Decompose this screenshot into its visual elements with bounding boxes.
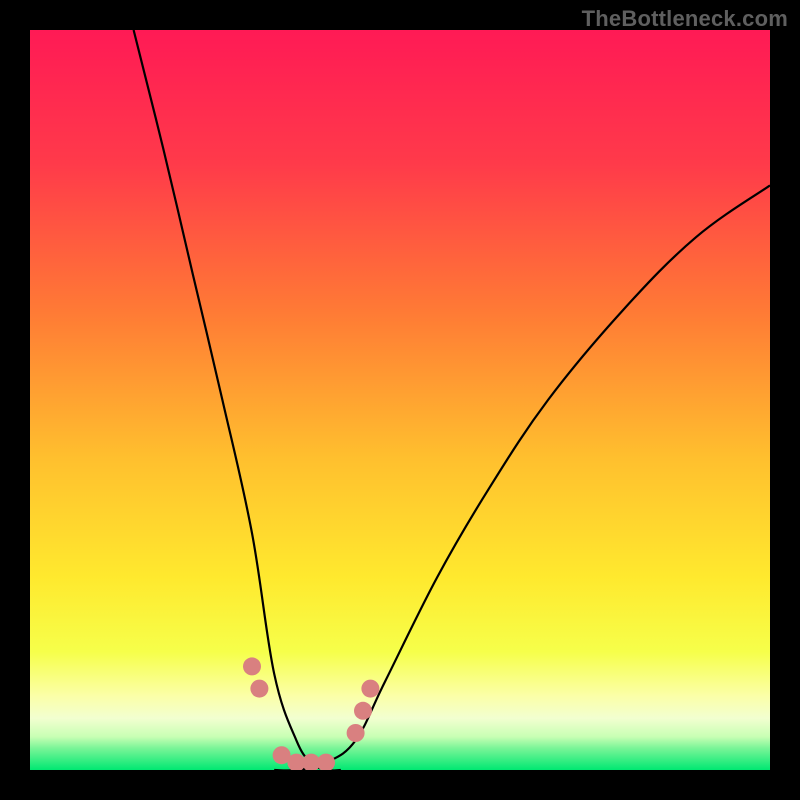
valley-marker xyxy=(243,657,261,675)
chart-frame: TheBottleneck.com xyxy=(0,0,800,800)
valley-marker xyxy=(317,754,335,770)
valley-marker xyxy=(361,680,379,698)
watermark-text: TheBottleneck.com xyxy=(582,6,788,32)
curve-left-branch xyxy=(134,30,341,770)
valley-markers xyxy=(243,657,379,770)
valley-marker xyxy=(347,724,365,742)
curve-right-branch xyxy=(274,185,770,770)
plot-area xyxy=(30,30,770,770)
bottleneck-curve xyxy=(30,30,770,770)
valley-marker xyxy=(250,680,268,698)
valley-marker xyxy=(354,702,372,720)
